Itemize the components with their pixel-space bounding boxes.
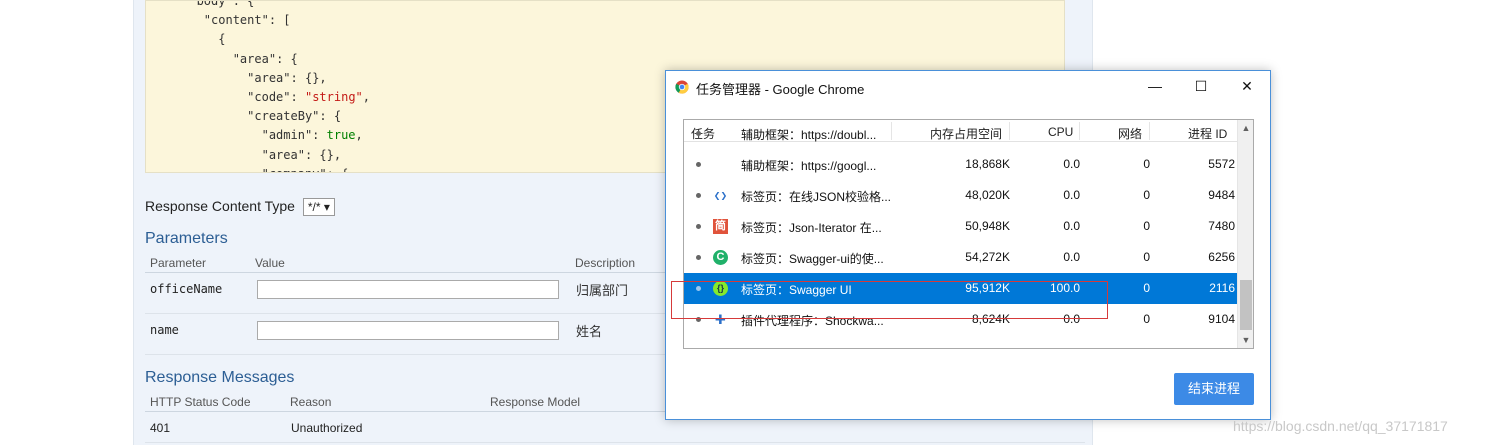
task-memory: 54,272K — [965, 250, 1010, 264]
reason: Unauthorized — [291, 421, 363, 435]
task-memory: 48,020K — [965, 188, 1010, 202]
task-task: 插件代理程序：Shockwa... — [741, 314, 884, 328]
task-row[interactable]: ✚ 插件代理程序：Shockwa... 8,624K 0.0 0 9104 — [684, 304, 1238, 335]
swagger-icon: {} — [713, 281, 728, 296]
task-memory: 8,624K — [971, 312, 1010, 326]
task-memory: 95,912K — [965, 281, 1010, 295]
col-value: Value — [255, 256, 285, 270]
task-pid: 7480 — [1208, 219, 1235, 233]
bullet-dot-icon — [696, 162, 701, 167]
window-title: 任务管理器 - Google Chrome — [696, 82, 865, 97]
code-line: { — [218, 32, 226, 47]
task-list[interactable]: 任务 内存占用空间 CPU 网络 进程 ID 辅助框架：https://doub… — [683, 119, 1254, 349]
scroll-up-arrow-icon[interactable]: ▲ — [1238, 120, 1253, 136]
chrome-icon — [675, 80, 689, 94]
param-name: name — [150, 323, 179, 337]
param-description: 归属部门 — [576, 283, 629, 298]
task-cpu: 0.0 — [1063, 219, 1080, 233]
task-task: 辅助框架：https://doubl... — [741, 128, 877, 142]
bullet-dot-icon — [696, 317, 701, 322]
task-network: 0 — [1143, 157, 1150, 171]
scrollbar-thumb[interactable] — [1240, 280, 1252, 330]
maximize-button[interactable]: ☐ — [1178, 71, 1224, 102]
task-row[interactable]: {} 标签页：Swagger UI 95,912K 100.0 0 2116 — [684, 273, 1238, 304]
bullet-dot-icon — [696, 255, 701, 260]
task-row[interactable]: 辅助框架：https://googl... 18,868K 0.0 0 5572 — [684, 149, 1238, 180]
task-task: 标签页：Json-Iterator 在... — [741, 221, 882, 235]
task-row[interactable]: C 标签页：Swagger-ui的使... 54,272K 0.0 0 6256 — [684, 242, 1238, 273]
code-line: "content": [ — [203, 13, 291, 28]
task-pid: 2116 — [1209, 281, 1235, 295]
task-task: 标签页：在线JSON校验格... — [741, 190, 891, 204]
response-content-type-label: Response Content Type — [145, 198, 295, 214]
task-task: 标签页：Swagger-ui的使... — [741, 252, 884, 266]
response-content-type: Response Content Type */* ▾ — [145, 198, 335, 217]
task-row[interactable]: 辅助框架：https://doubl... — [684, 120, 1238, 149]
bullet-dot-icon — [696, 224, 701, 229]
task-network: 0 — [1143, 188, 1150, 202]
puzzle-icon: ✚ — [715, 312, 726, 327]
watermark: https://blog.csdn.net/qq_37171817 — [1233, 418, 1448, 434]
title-bar[interactable]: 任务管理器 - Google Chrome — ☐ ✕ — [666, 71, 1270, 103]
minimize-button[interactable]: — — [1132, 71, 1178, 102]
code-line: "body": { — [189, 0, 255, 8]
col-description: Description — [575, 256, 636, 270]
task-row[interactable]: 简标签页：Json-Iterator 在... 50,948K 0.0 0 7480 — [684, 211, 1238, 242]
param-description: 姓名 — [576, 324, 603, 339]
code-line: "area": { — [232, 51, 298, 66]
bullet-dot-icon — [696, 131, 701, 136]
task-pid: 9104 — [1208, 312, 1235, 326]
task-network: 0 — [1143, 250, 1150, 264]
task-cpu: 0.0 — [1063, 157, 1080, 171]
parameters-heading: Parameters — [145, 230, 228, 247]
task-cpu: 100.0 — [1049, 281, 1080, 295]
status-code: 401 — [150, 421, 171, 435]
scroll-down-arrow-icon[interactable]: ▼ — [1238, 332, 1253, 348]
bullet-dot-icon — [696, 193, 701, 198]
col-status-code: HTTP Status Code — [150, 395, 251, 409]
name-input[interactable] — [257, 321, 559, 340]
task-pid: 9484 — [1208, 188, 1235, 202]
task-network: 0 — [1143, 219, 1150, 233]
end-process-button[interactable]: 结束进程 — [1174, 373, 1254, 405]
col-parameter: Parameter — [150, 256, 207, 270]
bullet-dot-icon — [696, 286, 701, 291]
scrollbar[interactable]: ▲ ▼ — [1237, 120, 1253, 348]
task-cpu: 0.0 — [1063, 188, 1080, 202]
col-response-model: Response Model — [490, 395, 581, 409]
task-task: 标签页：Swagger UI — [741, 283, 852, 297]
task-pid: 5572 — [1208, 157, 1235, 171]
task-cpu: 0.0 — [1063, 312, 1080, 326]
task-memory: 50,948K — [965, 219, 1010, 233]
task-task: 辅助框架：https://googl... — [741, 159, 877, 173]
c-icon: C — [713, 250, 728, 265]
task-row[interactable]: ❮❯ 标签页：在线JSON校验格... 48,020K 0.0 0 9484 — [684, 180, 1238, 211]
param-name: officeName — [150, 282, 223, 296]
task-network: 0 — [1143, 312, 1150, 326]
jian-icon: 简 — [713, 219, 728, 234]
response-content-type-select[interactable]: */* ▾ — [302, 198, 335, 217]
close-button[interactable]: ✕ — [1224, 71, 1270, 102]
code-icon: ❮❯ — [713, 191, 728, 200]
task-network: 0 — [1143, 281, 1150, 295]
task-cpu: 0.0 — [1063, 250, 1080, 264]
task-pid: 6256 — [1208, 250, 1235, 264]
col-reason: Reason — [290, 395, 332, 409]
task-manager-window: 任务管理器 - Google Chrome — ☐ ✕ 任务 内存占用空间 CP… — [665, 70, 1271, 420]
officename-input[interactable] — [257, 280, 559, 299]
task-memory: 18,868K — [965, 157, 1010, 171]
response-messages-heading: Response Messages — [145, 369, 295, 386]
